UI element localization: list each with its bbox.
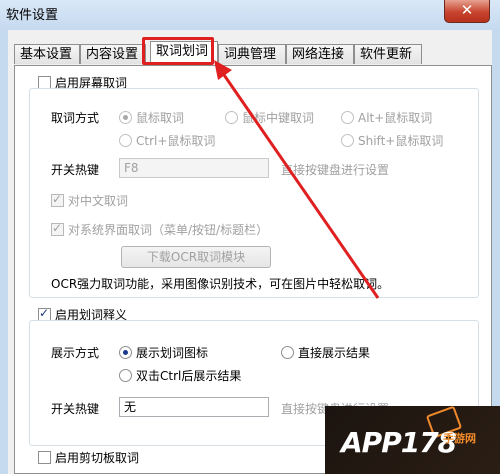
display-icon-option[interactable]: 展示划词图标	[119, 344, 208, 361]
mode-alt[interactable]: Alt+鼠标取词	[341, 109, 432, 126]
display-direct-radio[interactable]	[281, 346, 294, 359]
capture-mode-label: 取词方式	[51, 111, 100, 125]
watermark-logo: APP178 手游网	[325, 406, 500, 474]
display-icon-label: 展示划词图标	[136, 346, 209, 360]
highlight-box	[142, 37, 214, 65]
mode-shift[interactable]: Shift+鼠标取词	[341, 132, 443, 149]
tab-content-settings[interactable]: 内容设置	[80, 44, 146, 64]
mode-middle[interactable]: 鼠标中键取词	[225, 109, 314, 126]
display-direct-label: 直接展示结果	[298, 346, 371, 360]
display-ctrl-radio[interactable]	[119, 369, 132, 382]
watermark-sub: 手游网	[443, 432, 476, 445]
ui-capture[interactable]: 对系统界面取词（菜单/按钮/标题栏）	[51, 221, 268, 238]
tab-network[interactable]: 网络连接	[286, 44, 354, 64]
tab-basic-settings[interactable]: 基本设置	[14, 44, 80, 64]
screen-hotkey-field[interactable]: F8	[119, 158, 269, 178]
ui-capture-checkbox[interactable]	[51, 221, 64, 236]
display-icon-radio[interactable]	[119, 346, 132, 359]
selection-hotkey-field[interactable]: 无	[119, 397, 269, 417]
display-direct-option[interactable]: 直接展示结果	[281, 344, 370, 361]
mode-mouse[interactable]: 鼠标取词	[119, 109, 184, 126]
watermark-brand: APP178	[341, 426, 457, 459]
close-button[interactable]: ✕	[444, 0, 490, 23]
mode-mouse-radio[interactable]	[119, 111, 132, 124]
mode-ctrl-radio[interactable]	[119, 134, 132, 147]
mode-shift-radio[interactable]	[341, 134, 354, 147]
mode-middle-label: 鼠标中键取词	[242, 111, 315, 125]
download-ocr-button[interactable]: 下载OCR取词模块	[121, 246, 271, 268]
display-mode-label: 展示方式	[51, 346, 100, 360]
mode-alt-label: Alt+鼠标取词	[358, 111, 433, 125]
window-title: 软件设置	[6, 8, 59, 23]
selection-hotkey-label: 开关热键	[51, 402, 100, 416]
mode-ctrl[interactable]: Ctrl+鼠标取词	[119, 132, 215, 149]
enable-clipboard[interactable]: 启用剪切板取词	[38, 449, 139, 466]
chinese-capture[interactable]: 对中文取词	[51, 192, 128, 209]
mode-ctrl-label: Ctrl+鼠标取词	[136, 134, 216, 148]
tab-dictionary-management[interactable]: 词典管理	[218, 44, 286, 64]
mode-shift-label: Shift+鼠标取词	[358, 134, 444, 148]
clipboard-checkbox[interactable]	[38, 451, 51, 464]
chinese-capture-label: 对中文取词	[68, 194, 129, 208]
display-ctrl-option[interactable]: 双击Ctrl后展示结果	[119, 367, 241, 384]
chinese-capture-checkbox[interactable]	[51, 192, 64, 207]
ocr-description: OCR强力取词功能，采用图像识别技术，可在图片中轻松取词。	[51, 277, 390, 291]
screen-hotkey-label: 开关热键	[51, 163, 100, 177]
mode-alt-radio[interactable]	[341, 111, 354, 124]
mode-middle-radio[interactable]	[225, 111, 238, 124]
clipboard-label: 启用剪切板取词	[55, 451, 140, 465]
display-ctrl-label: 双击Ctrl后展示结果	[136, 369, 242, 383]
ui-capture-label: 对系统界面取词（菜单/按钮/标题栏）	[68, 223, 269, 237]
mode-mouse-label: 鼠标取词	[136, 111, 185, 125]
screen-hotkey-hint: 直接按键盘进行设置	[281, 163, 390, 177]
settings-window: 软件设置 ✕ 基本设置 内容设置 取词划词 词典管理 网络连接 软件更新 启用屏…	[0, 0, 500, 474]
tab-software-update[interactable]: 软件更新	[354, 44, 422, 64]
